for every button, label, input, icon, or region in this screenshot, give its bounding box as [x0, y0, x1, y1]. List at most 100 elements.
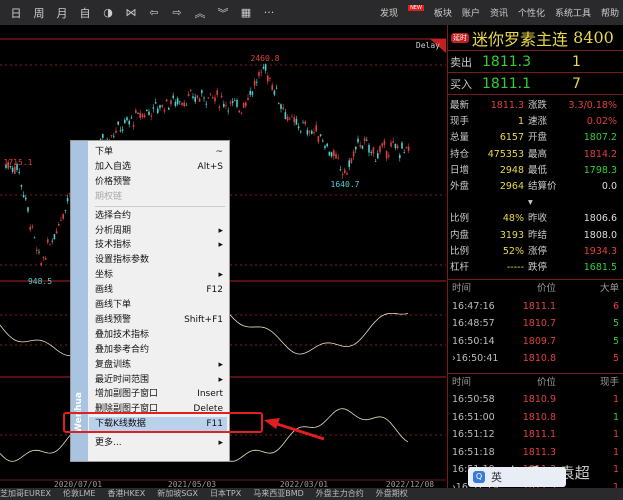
- volume-cell: 5: [612, 353, 619, 365]
- stat-value: 3193: [499, 229, 524, 241]
- stat-label: 内盘: [450, 229, 470, 241]
- menu-item[interactable]: 账户: [462, 6, 480, 19]
- bottom-tab[interactable]: 外盘期权: [376, 488, 408, 500]
- candle-body: [374, 161, 377, 162]
- toolbar-button[interactable]: ︽: [193, 5, 207, 21]
- menu-item-19[interactable]: 更多... ▸: [95, 436, 223, 450]
- price-label-left: 1715.1: [4, 158, 33, 167]
- bottom-tab[interactable]: 伦敦LME: [63, 488, 95, 500]
- stat-value: 1681.5: [583, 262, 617, 274]
- menu-item[interactable]: 资讯: [490, 6, 508, 19]
- bottom-tab[interactable]: 新加坡SGX: [157, 488, 198, 500]
- menu-item-16[interactable]: 增加副图子窗口 Insert: [95, 387, 223, 401]
- stat-label: 比例: [450, 245, 470, 257]
- candle-body: [253, 80, 256, 86]
- toolbar-button[interactable]: 日: [9, 5, 23, 21]
- candle-body: [181, 102, 183, 106]
- toolbar-button[interactable]: 周: [32, 5, 46, 21]
- candle-body: [137, 112, 139, 114]
- toolbar-button[interactable]: ⇨: [170, 6, 184, 19]
- buy-row: 买入 1811.1 7: [448, 73, 623, 95]
- menu-item-label: 选择合约: [95, 210, 132, 221]
- candle-body: [44, 257, 47, 260]
- candle-body: [361, 145, 364, 149]
- candle-body: [192, 96, 194, 99]
- candle-body: [326, 143, 328, 147]
- candle-body: [14, 166, 16, 174]
- candle-body: [346, 173, 348, 175]
- price-cell: 1810.8: [522, 411, 556, 423]
- menu-item-7[interactable]: 设置指标参数: [95, 253, 223, 267]
- candle-body: [126, 117, 128, 121]
- stat-label: 昨结: [528, 229, 548, 241]
- menu-item-label: 技术指标: [95, 240, 132, 251]
- menu-item-label: 坐标: [95, 270, 114, 281]
- menu-item-4[interactable]: 选择合约: [95, 209, 223, 223]
- candle-body: [42, 257, 45, 258]
- volume-cell: 1: [612, 411, 619, 423]
- menu-item-11[interactable]: 画线预警 Shift+F1: [95, 313, 223, 327]
- price-cell: 1810.7: [522, 318, 556, 330]
- watermark-text: 知乎 @袁超: [510, 464, 590, 482]
- date-label: 2020/07/01: [54, 480, 102, 488]
- column-header: 大单: [599, 283, 619, 295]
- toolbar-button[interactable]: ◑: [101, 6, 115, 19]
- candle-body: [201, 90, 203, 94]
- menu-item-0[interactable]: 下单 ~: [95, 145, 223, 159]
- stat-label: 最新: [450, 100, 470, 111]
- menu-item-label: 叠加技术指标: [95, 329, 150, 340]
- menu-item-2[interactable]: 价格预警: [95, 175, 223, 189]
- bottom-tab[interactable]: 香港HKEX: [107, 488, 145, 500]
- menu-item[interactable]: 个性化: [518, 6, 545, 19]
- toolbar-button[interactable]: ▦: [239, 6, 253, 19]
- toolbar-button[interactable]: ⋈: [124, 6, 138, 19]
- column-header: 现手: [599, 376, 619, 388]
- candle-body: [278, 102, 280, 104]
- stat-value: 0.02%: [586, 116, 617, 128]
- highlight-box: [63, 412, 263, 433]
- menu-item-shortcut: ▸: [218, 359, 223, 370]
- candle-body: [203, 97, 205, 99]
- menu-item[interactable]: 发现: [380, 6, 398, 19]
- stat-label: 现手: [450, 116, 470, 128]
- bottom-tab[interactable]: 日本TPX: [210, 488, 241, 500]
- toolbar: 日周月自 ◑ ⋈ ⇦ ⇨ ︽ ︾ ▦ ··· 发现 NEW 板块 账户 资讯 个性化 系统工具 帮助: [0, 0, 623, 25]
- candle-body: [284, 112, 287, 120]
- candle-body: [344, 169, 346, 173]
- candle-body: [324, 145, 326, 148]
- toolbar-button[interactable]: ···: [262, 6, 276, 19]
- menu-item-8[interactable]: 坐标 ▸: [95, 268, 223, 282]
- candle-body: [357, 138, 359, 143]
- menu-item-label: 价格预警: [95, 176, 132, 187]
- menu-item-label: 画线预警: [95, 314, 132, 325]
- menu-item-15[interactable]: 最近时间范围 ▸: [95, 373, 223, 387]
- menu-item-12[interactable]: 叠加技术指标: [95, 328, 223, 342]
- toolbar-button[interactable]: ︾: [216, 5, 230, 21]
- menu-item[interactable]: 帮助: [601, 6, 619, 19]
- menu-item-9[interactable]: 画线 F12: [95, 283, 223, 297]
- menu-item-5[interactable]: 分析周期 ▸: [95, 224, 223, 238]
- buy-label: 买入: [450, 77, 472, 91]
- candle-body: [317, 135, 320, 143]
- bottom-tab[interactable]: 马来西亚BMD: [253, 488, 304, 500]
- menu-item-6[interactable]: 技术指标 ▸: [95, 238, 223, 252]
- toolbar-button[interactable]: 自: [78, 5, 92, 21]
- menu-item-13[interactable]: 叠加参考合约: [95, 343, 223, 357]
- menu-item-label: 最近时间范围: [95, 374, 150, 385]
- candle-body: [51, 240, 53, 242]
- bottom-tab[interactable]: 外盘主力合约: [316, 488, 364, 500]
- menu-item-1[interactable]: 加入自选 Alt+S: [95, 160, 223, 174]
- menu-item[interactable]: 系统工具: [555, 6, 591, 19]
- candle-body: [150, 115, 152, 117]
- candle-body: [205, 103, 207, 105]
- menu-item-10[interactable]: 画线下单: [95, 298, 223, 312]
- bottom-tab[interactable]: 芝加哥EUREX: [0, 488, 51, 500]
- candle-body: [227, 110, 229, 112]
- menu-item[interactable]: 板块: [434, 6, 452, 19]
- toolbar-button[interactable]: 月: [55, 5, 69, 21]
- toolbar-button[interactable]: ⇦: [147, 6, 161, 19]
- candle-body: [121, 129, 124, 131]
- menu-item-14[interactable]: 复盘训练 ▸: [95, 358, 223, 372]
- candle-body: [159, 105, 161, 108]
- column-header: 价位: [536, 283, 556, 295]
